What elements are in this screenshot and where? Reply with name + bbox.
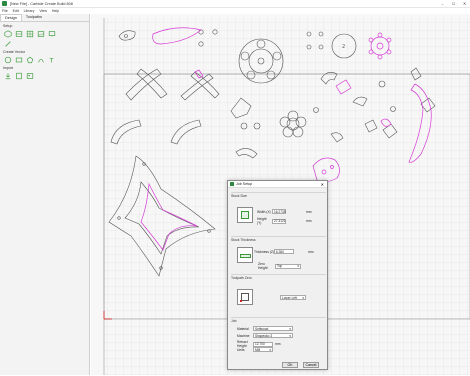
material-value: Softwood — [255, 326, 269, 331]
menu-edit[interactable]: Edit — [13, 9, 19, 13]
section-import-label: Import — [3, 66, 14, 70]
window-title: [New File] - Carbide Create Build 808 — [10, 1, 73, 6]
polygon-icon[interactable] — [25, 55, 34, 64]
machine-value: Shapeoko 3 — [255, 333, 273, 338]
toolpath-zero-label: Toolpath Zero — [231, 276, 252, 280]
machine-label: Machine — [237, 333, 250, 338]
width-unit: mm — [306, 209, 312, 214]
circle-icon[interactable] — [3, 55, 12, 64]
machine-select[interactable]: Shapeoko 3 ▾ — [253, 333, 293, 338]
minimize-button[interactable]: – — [437, 1, 448, 6]
close-window-button[interactable]: ✕ — [459, 1, 470, 6]
tab-design[interactable]: Design — [0, 14, 22, 21]
tab-toolpaths[interactable]: Toolpaths — [22, 14, 46, 21]
import-svg-icon[interactable] — [14, 71, 23, 80]
ok-button[interactable]: OK — [282, 362, 298, 368]
menu-library[interactable]: Library — [24, 9, 35, 13]
chevron-down-icon: ▾ — [297, 264, 299, 268]
image-icon[interactable] — [36, 29, 45, 38]
job-setup-icon[interactable] — [3, 29, 12, 38]
chevron-down-icon: ▾ — [289, 326, 291, 331]
app-icon — [2, 1, 7, 6]
chevron-down-icon: ▾ — [269, 347, 271, 352]
section-create-vector-label: Create Vector — [3, 50, 25, 54]
stock-icon[interactable] — [14, 29, 23, 38]
height-unit: mm — [306, 219, 312, 223]
stock-size-preview — [237, 207, 253, 223]
thickness-label: Thickness (Z) — [254, 249, 274, 254]
text-icon[interactable]: T — [47, 55, 56, 64]
units-label: Units — [237, 347, 245, 352]
import-icon[interactable] — [3, 71, 12, 80]
section-setup-label: Setup — [3, 24, 13, 28]
material-label: Material — [237, 326, 249, 331]
stock-size-label: Stock Size — [231, 194, 248, 198]
menu-file[interactable]: File — [2, 9, 8, 13]
width-input[interactable]: 16.2735 — [272, 209, 286, 214]
title-bar: [New File] - Carbide Create Build 808 – … — [0, 0, 470, 8]
job-label: Job — [231, 319, 237, 323]
menu-help[interactable]: Help — [52, 9, 59, 13]
units-select[interactable]: MM ▾ — [253, 347, 273, 352]
height-label: Height (Y) — [257, 217, 267, 225]
import-image-icon[interactable] — [25, 71, 34, 80]
units-value: MM — [255, 347, 261, 352]
zero-height-select[interactable]: Top ▾ — [275, 263, 301, 269]
toolpath-zero-preview — [237, 289, 253, 305]
cancel-button[interactable]: Cancel — [303, 362, 319, 368]
stock-thickness-preview — [237, 247, 253, 263]
zero-height-label: Zero Height — [258, 262, 268, 270]
stock-thickness-label: Stock Thickness — [231, 238, 256, 242]
width-label: Width (X) — [257, 209, 271, 214]
thickness-input[interactable]: 6.350 — [274, 249, 294, 254]
dialog-title: Job Setup — [236, 182, 253, 186]
job-setup-dialog: Job Setup ✕ Stock Size Width (X) 16.2735… — [227, 180, 328, 370]
toolpath-zero-value: Lower Left — [282, 295, 297, 300]
material-select[interactable]: Softwood ▾ — [253, 326, 293, 331]
dialog-app-icon — [230, 182, 234, 186]
grid-icon[interactable] — [25, 29, 34, 38]
svg-text:T: T — [48, 56, 53, 64]
chevron-down-icon: ▾ — [302, 295, 304, 300]
rectangle-icon[interactable] — [14, 55, 23, 64]
zero-height-value: Top — [277, 264, 283, 268]
height-input[interactable]: 27.3121 — [272, 218, 286, 224]
thickness-unit: mm — [308, 249, 314, 254]
retract-height-input[interactable]: 12.700 — [253, 341, 273, 347]
edit-pencil-icon[interactable] — [3, 39, 12, 48]
display-icon[interactable] — [47, 29, 56, 38]
dialog-close-icon[interactable]: ✕ — [321, 182, 324, 187]
curve-icon[interactable] — [36, 55, 45, 64]
chevron-down-icon: ▾ — [289, 333, 291, 338]
menu-view[interactable]: View — [39, 9, 47, 13]
toolpath-zero-select[interactable]: Lower Left ▾ — [280, 295, 306, 300]
maximize-button[interactable]: ☐ — [448, 1, 459, 6]
retract-height-unit: mm — [275, 342, 281, 346]
left-panel: Design Toolpaths Setup Create Vector T I… — [0, 14, 90, 375]
svg-text:2: 2 — [342, 44, 345, 50]
